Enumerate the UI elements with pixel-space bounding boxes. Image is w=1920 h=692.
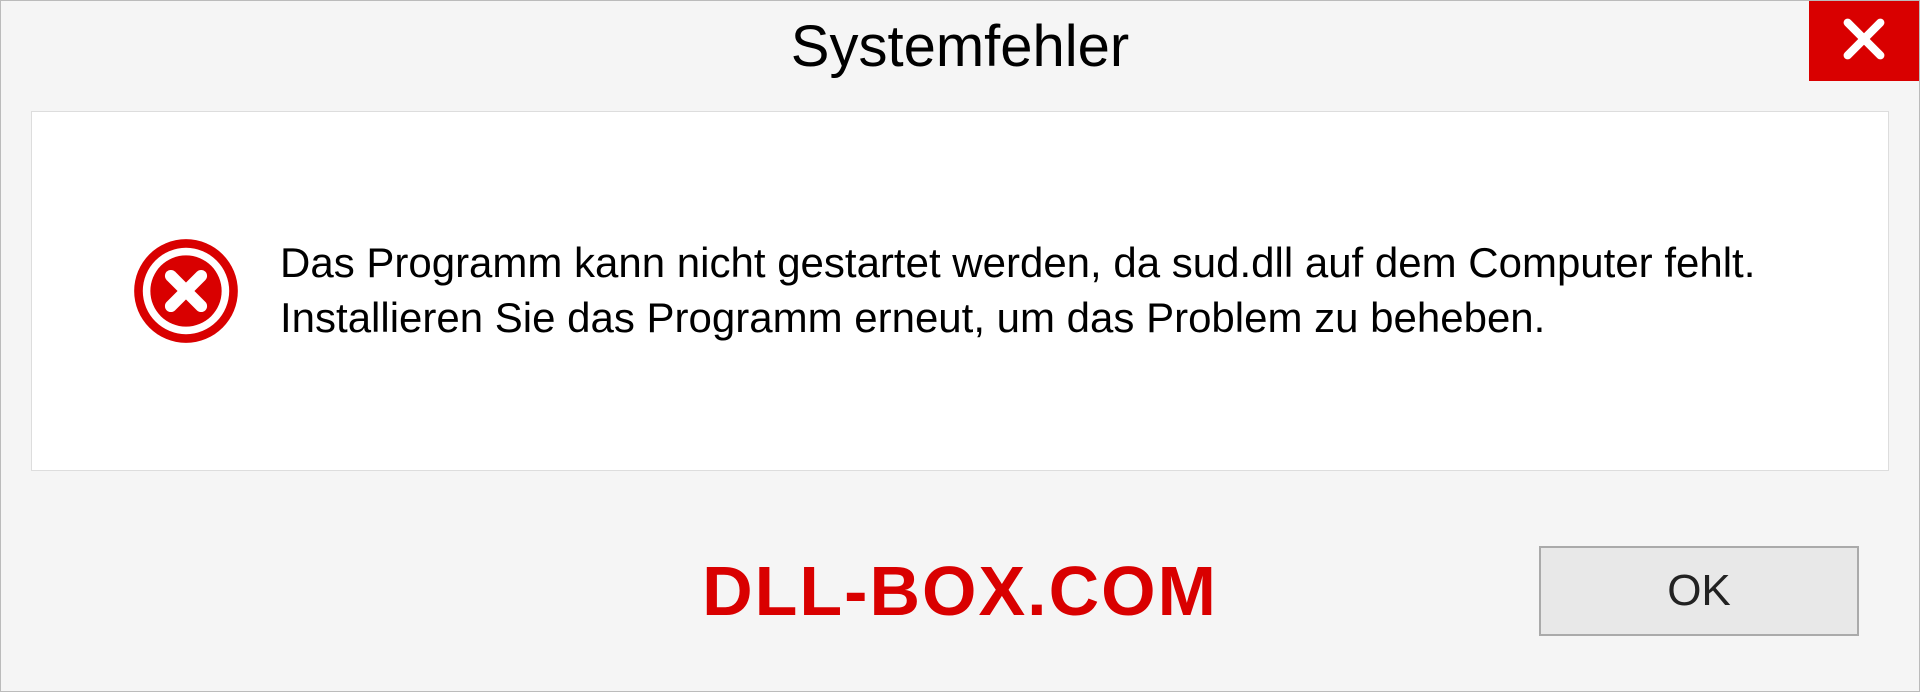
close-icon	[1836, 11, 1892, 72]
error-icon	[132, 237, 240, 345]
content-panel: Das Programm kann nicht gestartet werden…	[31, 111, 1889, 471]
ok-button[interactable]: OK	[1539, 546, 1859, 636]
dialog-footer: DLL-BOX.COM OK	[1, 491, 1919, 691]
dialog-title: Systemfehler	[791, 13, 1129, 80]
content-wrapper: Das Programm kann nicht gestartet werden…	[1, 91, 1919, 491]
error-dialog: Systemfehler Das Programm kann	[0, 0, 1920, 692]
error-message: Das Programm kann nicht gestartet werden…	[280, 236, 1828, 345]
watermark-text: DLL-BOX.COM	[702, 551, 1218, 631]
titlebar: Systemfehler	[1, 1, 1919, 91]
close-button[interactable]	[1809, 1, 1919, 81]
